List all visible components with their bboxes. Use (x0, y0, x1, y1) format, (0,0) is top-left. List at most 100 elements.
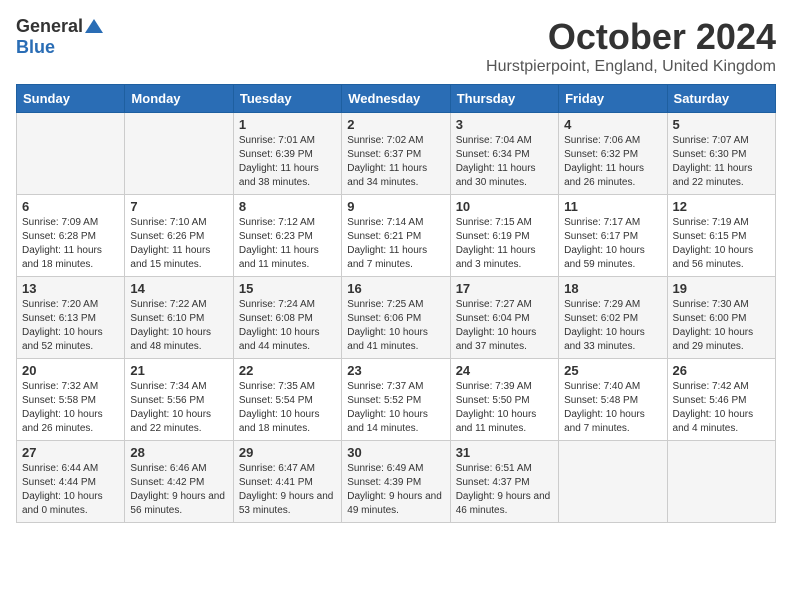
day-info: Sunrise: 7:14 AM Sunset: 6:21 PM Dayligh… (347, 216, 444, 272)
day-info: Sunrise: 7:22 AM Sunset: 6:10 PM Dayligh… (130, 298, 227, 354)
day-info: Sunrise: 7:42 AM Sunset: 5:46 PM Dayligh… (673, 380, 770, 436)
day-info: Sunrise: 6:51 AM Sunset: 4:37 PM Dayligh… (456, 462, 553, 518)
day-info: Sunrise: 7:25 AM Sunset: 6:06 PM Dayligh… (347, 298, 444, 354)
calendar-cell: 31 Sunrise: 6:51 AM Sunset: 4:37 PM Dayli… (450, 441, 558, 523)
calendar-cell: 2Sunrise: 7:02 AM Sunset: 6:37 PM Daylig… (342, 113, 450, 195)
day-number: 25 (564, 363, 661, 378)
day-of-week-header: Monday (125, 85, 233, 113)
day-number: 4 (564, 117, 661, 132)
calendar-cell: 19 Sunrise: 7:30 AM Sunset: 6:00 PM Dayli… (667, 277, 775, 359)
day-info: Sunrise: 7:07 AM Sunset: 6:30 PM Dayligh… (673, 134, 770, 190)
logo: General Blue (16, 16, 103, 58)
calendar-cell: 25 Sunrise: 7:40 AM Sunset: 5:48 PM Dayli… (559, 359, 667, 441)
day-number: 8 (239, 199, 336, 214)
calendar-week-row: 6Sunrise: 7:09 AM Sunset: 6:28 PM Daylig… (17, 195, 776, 277)
day-of-week-header: Sunday (17, 85, 125, 113)
day-number: 21 (130, 363, 227, 378)
day-number: 14 (130, 281, 227, 296)
calendar-cell (17, 113, 125, 195)
day-info: Sunrise: 7:04 AM Sunset: 6:34 PM Dayligh… (456, 134, 553, 190)
calendar-cell (559, 441, 667, 523)
calendar-cell: 24 Sunrise: 7:39 AM Sunset: 5:50 PM Dayli… (450, 359, 558, 441)
calendar-week-row: 20 Sunrise: 7:32 AM Sunset: 5:58 PM Dayli… (17, 359, 776, 441)
calendar-cell: 16 Sunrise: 7:25 AM Sunset: 6:06 PM Dayli… (342, 277, 450, 359)
day-info: Sunrise: 6:46 AM Sunset: 4:42 PM Dayligh… (130, 462, 227, 518)
logo-icon (85, 17, 103, 35)
calendar-cell: 28 Sunrise: 6:46 AM Sunset: 4:42 PM Dayli… (125, 441, 233, 523)
day-number: 28 (130, 445, 227, 460)
day-number: 13 (22, 281, 119, 296)
calendar-cell: 9Sunrise: 7:14 AM Sunset: 6:21 PM Daylig… (342, 195, 450, 277)
calendar-cell: 22Sunrise: 7:35 AM Sunset: 5:54 PM Dayli… (233, 359, 341, 441)
day-info: Sunrise: 7:40 AM Sunset: 5:48 PM Dayligh… (564, 380, 661, 436)
day-number: 15 (239, 281, 336, 296)
calendar-cell: 8 Sunrise: 7:12 AM Sunset: 6:23 PM Daylig… (233, 195, 341, 277)
day-of-week-header: Friday (559, 85, 667, 113)
day-info: Sunrise: 7:30 AM Sunset: 6:00 PM Dayligh… (673, 298, 770, 354)
day-number: 16 (347, 281, 444, 296)
calendar-cell: 11Sunrise: 7:17 AM Sunset: 6:17 PM Dayli… (559, 195, 667, 277)
day-info: Sunrise: 6:49 AM Sunset: 4:39 PM Dayligh… (347, 462, 444, 518)
calendar-week-row: 13 Sunrise: 7:20 AM Sunset: 6:13 PM Dayli… (17, 277, 776, 359)
day-number: 26 (673, 363, 770, 378)
day-number: 29 (239, 445, 336, 460)
calendar-cell (667, 441, 775, 523)
month-title: October 2024 (486, 16, 776, 58)
day-info: Sunrise: 7:10 AM Sunset: 6:26 PM Dayligh… (130, 216, 227, 272)
day-info: Sunrise: 7:15 AM Sunset: 6:19 PM Dayligh… (456, 216, 553, 272)
day-number: 10 (456, 199, 553, 214)
calendar-header-row: SundayMondayTuesdayWednesdayThursdayFrid… (17, 85, 776, 113)
day-number: 17 (456, 281, 553, 296)
day-info: Sunrise: 7:06 AM Sunset: 6:32 PM Dayligh… (564, 134, 661, 190)
day-info: Sunrise: 7:35 AM Sunset: 5:54 PM Dayligh… (239, 380, 336, 436)
day-info: Sunrise: 7:37 AM Sunset: 5:52 PM Dayligh… (347, 380, 444, 436)
day-info: Sunrise: 7:24 AM Sunset: 6:08 PM Dayligh… (239, 298, 336, 354)
day-of-week-header: Wednesday (342, 85, 450, 113)
calendar-cell: 15 Sunrise: 7:24 AM Sunset: 6:08 PM Dayli… (233, 277, 341, 359)
calendar-cell: 18Sunrise: 7:29 AM Sunset: 6:02 PM Dayli… (559, 277, 667, 359)
calendar-cell: 6Sunrise: 7:09 AM Sunset: 6:28 PM Daylig… (17, 195, 125, 277)
day-of-week-header: Tuesday (233, 85, 341, 113)
day-number: 7 (130, 199, 227, 214)
calendar-cell: 13 Sunrise: 7:20 AM Sunset: 6:13 PM Dayli… (17, 277, 125, 359)
day-info: Sunrise: 7:32 AM Sunset: 5:58 PM Dayligh… (22, 380, 119, 436)
calendar-cell: 20 Sunrise: 7:32 AM Sunset: 5:58 PM Dayli… (17, 359, 125, 441)
logo-blue-text: Blue (16, 37, 55, 58)
day-number: 31 (456, 445, 553, 460)
day-number: 2 (347, 117, 444, 132)
day-number: 1 (239, 117, 336, 132)
day-info: Sunrise: 7:27 AM Sunset: 6:04 PM Dayligh… (456, 298, 553, 354)
calendar-cell: 7 Sunrise: 7:10 AM Sunset: 6:26 PM Daylig… (125, 195, 233, 277)
calendar-cell: 26 Sunrise: 7:42 AM Sunset: 5:46 PM Dayli… (667, 359, 775, 441)
day-number: 30 (347, 445, 444, 460)
day-info: Sunrise: 6:44 AM Sunset: 4:44 PM Dayligh… (22, 462, 119, 518)
calendar-week-row: 27Sunrise: 6:44 AM Sunset: 4:44 PM Dayli… (17, 441, 776, 523)
day-number: 3 (456, 117, 553, 132)
day-number: 18 (564, 281, 661, 296)
title-area: October 2024 Hurstpierpoint, England, Un… (486, 16, 776, 76)
day-number: 6 (22, 199, 119, 214)
day-info: Sunrise: 7:20 AM Sunset: 6:13 PM Dayligh… (22, 298, 119, 354)
day-number: 5 (673, 117, 770, 132)
day-of-week-header: Saturday (667, 85, 775, 113)
day-info: Sunrise: 7:01 AM Sunset: 6:39 PM Dayligh… (239, 134, 336, 190)
day-info: Sunrise: 7:12 AM Sunset: 6:23 PM Dayligh… (239, 216, 336, 272)
calendar-table: SundayMondayTuesdayWednesdayThursdayFrid… (16, 84, 776, 523)
calendar-cell: 17 Sunrise: 7:27 AM Sunset: 6:04 PM Dayli… (450, 277, 558, 359)
day-number: 24 (456, 363, 553, 378)
day-number: 19 (673, 281, 770, 296)
day-of-week-header: Thursday (450, 85, 558, 113)
logo-general-text: General (16, 16, 83, 37)
day-number: 23 (347, 363, 444, 378)
calendar-cell: 10 Sunrise: 7:15 AM Sunset: 6:19 PM Dayli… (450, 195, 558, 277)
day-number: 12 (673, 199, 770, 214)
calendar-cell: 27Sunrise: 6:44 AM Sunset: 4:44 PM Dayli… (17, 441, 125, 523)
calendar-cell: 1 Sunrise: 7:01 AM Sunset: 6:39 PM Daylig… (233, 113, 341, 195)
calendar-cell (125, 113, 233, 195)
calendar-cell: 4 Sunrise: 7:06 AM Sunset: 6:32 PM Daylig… (559, 113, 667, 195)
calendar-cell: 29Sunrise: 6:47 AM Sunset: 4:41 PM Dayli… (233, 441, 341, 523)
day-number: 11 (564, 199, 661, 214)
page-header: General Blue October 2024 Hurstpierpoint… (16, 16, 776, 76)
day-info: Sunrise: 7:39 AM Sunset: 5:50 PM Dayligh… (456, 380, 553, 436)
day-number: 20 (22, 363, 119, 378)
